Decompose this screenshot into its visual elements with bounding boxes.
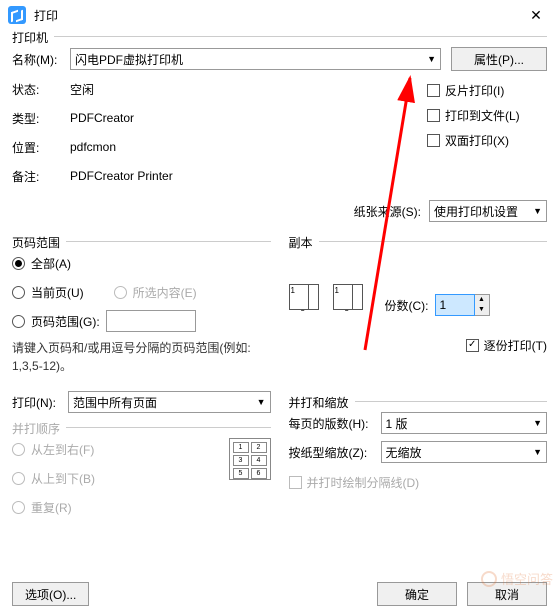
comment-value: PDFCreator Printer xyxy=(70,169,427,183)
printer-name-label: 名称(M): xyxy=(12,51,70,68)
copies-legend: 副本 xyxy=(289,234,319,251)
range-all-radio[interactable]: 全部(A) xyxy=(12,255,71,272)
draw-separator-checkbox: 并打时绘制分隔线(D) xyxy=(289,474,420,491)
scale-to-paper-select[interactable]: 无缩放▼ xyxy=(381,441,548,463)
collate-preview-icon: 123 1 xyxy=(333,284,371,326)
type-value: PDFCreator xyxy=(70,111,427,125)
comment-label: 备注: xyxy=(12,168,70,185)
status-value: 空闲 xyxy=(70,81,427,98)
watermark: 悟空问答 xyxy=(481,569,553,588)
scale-to-paper-label: 按纸型缩放(Z): xyxy=(289,444,381,461)
chevron-down-icon: ▼ xyxy=(427,54,436,64)
properties-button[interactable]: 属性(P)... xyxy=(451,47,547,71)
where-label: 位置: xyxy=(12,139,70,156)
reverse-print-checkbox[interactable]: 反片打印(I) xyxy=(427,82,547,99)
page-range-input[interactable] xyxy=(106,310,196,332)
page-range-legend: 页码范围 xyxy=(12,234,66,251)
pages-per-sheet-label: 每页的版数(H): xyxy=(289,415,381,432)
options-button[interactable]: 选项(O)... xyxy=(12,582,89,606)
zoom-group: 并打和缩放 每页的版数(H): 1 版▼ 按纸型缩放(Z): 无缩放▼ 并打时绘… xyxy=(289,401,548,506)
watermark-logo-icon xyxy=(481,571,497,587)
chevron-down-icon: ▼ xyxy=(533,206,542,216)
spin-up-icon[interactable]: ▲ xyxy=(475,295,489,305)
collate-checkbox[interactable]: ✓逐份打印(T) xyxy=(466,337,547,354)
chevron-down-icon: ▼ xyxy=(533,418,542,428)
ok-button[interactable]: 确定 xyxy=(377,582,457,606)
paper-source-label: 纸张来源(S): xyxy=(354,203,421,220)
printer-name-select[interactable]: 闪电PDF虚拟打印机▼ xyxy=(70,48,441,70)
collate-preview-icon: 123 1 xyxy=(289,284,327,326)
page-range-group: 页码范围 全部(A) 当前页(U) 所选内容(E) 页码范围(G): 请键入页码… xyxy=(12,241,271,381)
order-repeat-radio: 重复(R) xyxy=(12,499,72,516)
copies-group: 副本 123 1 123 1 份数(C): ▲▼ xyxy=(289,241,548,387)
window-title: 打印 xyxy=(34,7,521,24)
where-value: pdfcmon xyxy=(70,140,427,154)
print-to-file-checkbox[interactable]: 打印到文件(L) xyxy=(427,107,547,124)
close-icon[interactable]: ✕ xyxy=(521,7,551,24)
spin-down-icon[interactable]: ▼ xyxy=(475,305,489,315)
zoom-legend: 并打和缩放 xyxy=(289,394,355,411)
copies-count-label: 份数(C): xyxy=(385,297,429,314)
page-range-hint: 请键入页码和/或用逗号分隔的页码范围(例如: 1,3,5-12)。 xyxy=(12,339,271,375)
app-logo-icon xyxy=(8,6,26,24)
type-label: 类型: xyxy=(12,110,70,127)
duplex-checkbox[interactable]: 双面打印(X) xyxy=(427,132,547,149)
order-lr-radio: 从左到右(F) xyxy=(12,441,94,458)
range-pages-radio[interactable]: 页码范围(G): xyxy=(12,313,100,330)
range-selection-radio: 所选内容(E) xyxy=(114,284,197,301)
range-current-radio[interactable]: 当前页(U) xyxy=(12,284,84,301)
print-what-select[interactable]: 范围中所有页面▼ xyxy=(68,391,271,413)
print-order-group: 并打顺序 从左到右(F) 从上到下(B) 重复(R) 123456 xyxy=(12,427,271,531)
print-order-legend: 并打顺序 xyxy=(12,420,66,437)
printer-legend: 打印机 xyxy=(12,29,54,46)
status-label: 状态: xyxy=(12,81,70,98)
order-preview-icon: 123456 xyxy=(229,438,271,480)
chevron-down-icon: ▼ xyxy=(533,447,542,457)
paper-source-select[interactable]: 使用打印机设置▼ xyxy=(429,200,547,222)
copies-spinner[interactable]: ▲▼ xyxy=(435,294,490,316)
order-tb-radio: 从上到下(B) xyxy=(12,470,95,487)
pages-per-sheet-select[interactable]: 1 版▼ xyxy=(381,412,548,434)
print-what-label: 打印(N): xyxy=(12,394,68,411)
chevron-down-icon: ▼ xyxy=(257,397,266,407)
copies-input[interactable] xyxy=(435,294,475,316)
printer-group: 打印机 名称(M): 闪电PDF虚拟打印机▼ 属性(P)... 状态:空闲 类型… xyxy=(12,36,547,235)
